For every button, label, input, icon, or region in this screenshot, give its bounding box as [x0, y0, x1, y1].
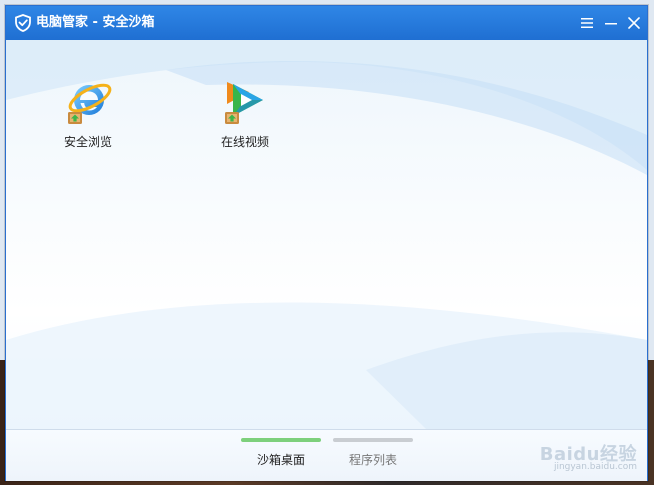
desktop-item-label: 安全浏览: [63, 135, 112, 149]
tab-indicator-active: [241, 438, 321, 442]
watermark-url: jingyan.baidu.com: [553, 462, 637, 472]
sandbox-desktop[interactable]: 安全浏览 在线视频: [6, 40, 647, 429]
window-title: 电脑管家 - 安全沙箱: [36, 15, 155, 30]
minimize-icon: [605, 23, 617, 25]
close-button[interactable]: [623, 12, 645, 34]
video-player-icon: [219, 76, 271, 128]
tab-label: 程序列表: [348, 453, 397, 467]
watermark: Baidu经验 jingyan.baidu.com: [539, 444, 637, 473]
minimize-button[interactable]: [600, 12, 622, 34]
watermark-brand: Baidu经验: [539, 444, 637, 465]
close-icon: [628, 17, 640, 29]
menu-icon: [581, 18, 593, 28]
sandbox-window: 电脑管家 - 安全沙箱 安全浏览 在线视频 沙箱桌面 程序列表 Baidu经验 …: [5, 5, 648, 481]
ie-browser-icon: [62, 76, 114, 128]
shield-icon: [14, 14, 32, 32]
bottom-tab-bar: 沙箱桌面 程序列表 Baidu经验 jingyan.baidu.com: [6, 429, 647, 481]
title-bar[interactable]: 电脑管家 - 安全沙箱: [6, 6, 647, 40]
tab-indicator-inactive: [333, 438, 413, 442]
tab-program-list[interactable]: 程序列表: [333, 438, 413, 468]
desktop-item-label: 在线视频: [220, 135, 269, 149]
tab-label: 沙箱桌面: [256, 453, 305, 467]
desktop-item-secure-browse[interactable]: 安全浏览: [43, 76, 133, 150]
desktop-item-online-video[interactable]: 在线视频: [200, 76, 290, 150]
menu-button[interactable]: [576, 12, 598, 34]
tab-sandbox-desktop[interactable]: 沙箱桌面: [241, 438, 321, 468]
